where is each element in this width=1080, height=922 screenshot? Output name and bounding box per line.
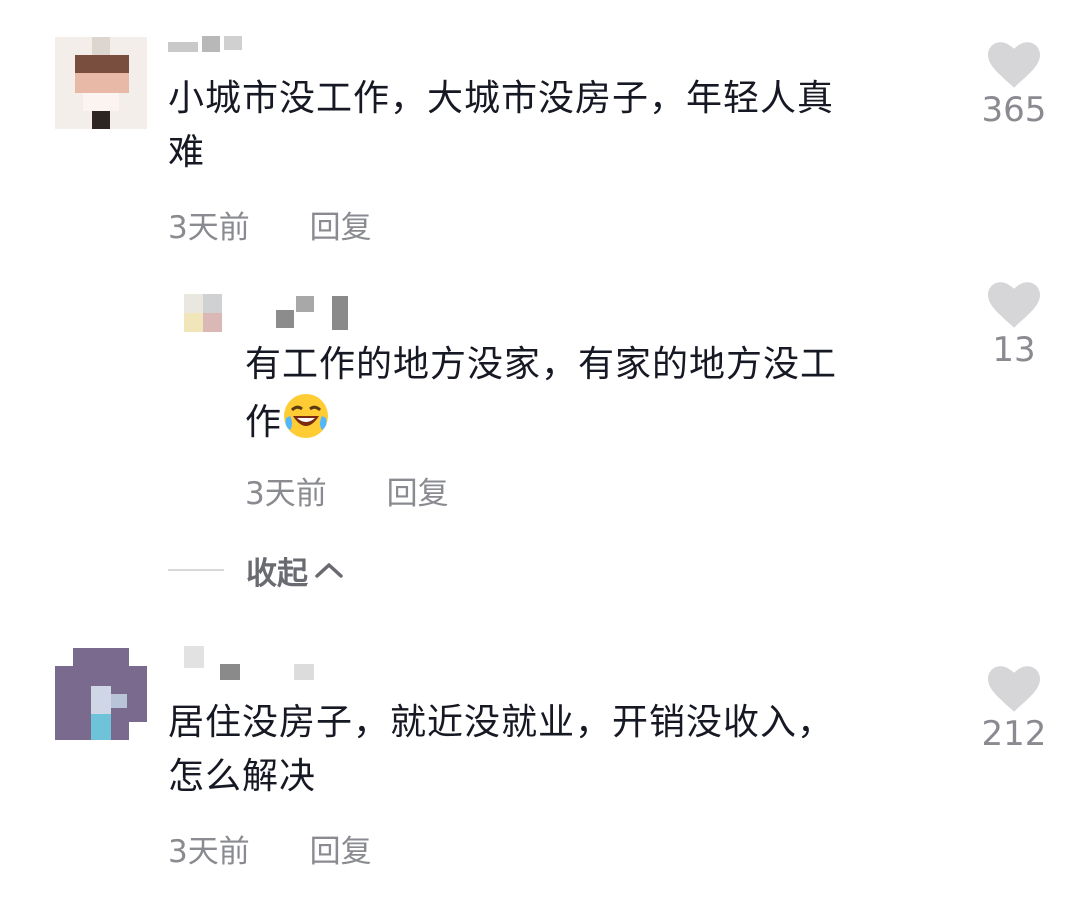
- collapse-label: 收起: [246, 555, 308, 592]
- comment-time: 3天前: [168, 210, 250, 246]
- laughing-crying-emoji-icon: [282, 392, 330, 456]
- reply-button[interactable]: 回复: [387, 468, 449, 513]
- like-count: 365: [981, 90, 1047, 130]
- like-count: 13: [992, 330, 1036, 370]
- comment-meta: 3天前 回复: [168, 826, 372, 871]
- avatar[interactable]: [55, 37, 147, 129]
- comment-meta: 3天前 回复: [245, 468, 449, 513]
- chevron-up-icon: [315, 563, 343, 578]
- comment-text: 居住没房子，就近没就业，开销没收入， 怎么解决: [168, 702, 835, 797]
- username[interactable]: [168, 36, 248, 70]
- heart-icon: [988, 282, 1040, 328]
- comment-text: 有工作的地方没家，有家的地方没工 作: [245, 338, 935, 456]
- avatar[interactable]: [184, 294, 222, 332]
- username[interactable]: [276, 296, 376, 330]
- heart-icon: [988, 666, 1040, 712]
- comment-text: 小城市没工作，大城市没房子，年轻人真 难: [168, 78, 835, 173]
- avatar[interactable]: [55, 648, 147, 740]
- comment-meta: 3天前 回复: [168, 202, 372, 247]
- collapse-replies-button[interactable]: 收起: [168, 548, 344, 592]
- like-count: 212: [981, 714, 1047, 754]
- comment-time: 3天前: [245, 476, 327, 512]
- reply-button[interactable]: 回复: [310, 202, 372, 247]
- comment-time: 3天前: [168, 834, 250, 870]
- like-button[interactable]: 13: [974, 282, 1054, 370]
- reply-button[interactable]: 回复: [310, 826, 372, 871]
- like-button[interactable]: 365: [974, 42, 1054, 130]
- username[interactable]: [184, 646, 324, 680]
- divider-line: [168, 569, 224, 571]
- like-button[interactable]: 212: [974, 666, 1054, 754]
- heart-icon: [988, 42, 1040, 88]
